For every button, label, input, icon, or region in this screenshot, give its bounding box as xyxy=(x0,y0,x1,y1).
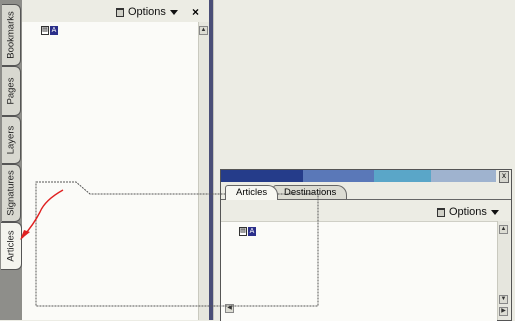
title-segment-4 xyxy=(431,170,496,182)
scroll-up-icon[interactable]: ▲ xyxy=(499,225,508,234)
tab-destinations[interactable]: Destinations xyxy=(273,185,347,199)
tab-bookmarks[interactable]: Bookmarks xyxy=(2,4,21,66)
article-item[interactable]: ▤ A xyxy=(41,26,58,35)
tab-articles-label: Articles xyxy=(236,187,268,198)
tab-articles[interactable]: Articles xyxy=(1,222,22,270)
trash-icon[interactable] xyxy=(437,207,445,217)
vertical-scrollbar[interactable]: ▲ xyxy=(198,22,209,320)
tab-pages[interactable]: Pages xyxy=(2,66,21,116)
close-icon[interactable]: x xyxy=(499,171,509,183)
dropdown-caret-icon xyxy=(169,9,178,15)
title-segment-2 xyxy=(303,170,374,182)
floating-articles-palette[interactable]: x Articles Destinations Options ▤ A ◀ ▲ … xyxy=(220,169,512,321)
tab-articles-label: Articles xyxy=(5,230,17,262)
splitter-edge xyxy=(213,0,214,320)
tab-signatures-label: Signatures xyxy=(5,170,17,216)
article-glyph: A xyxy=(50,26,58,35)
tab-destinations-label: Destinations xyxy=(284,187,337,198)
tab-pages-label: Pages xyxy=(5,77,17,105)
dropdown-caret-icon xyxy=(490,209,499,215)
scroll-left-icon[interactable]: ◀ xyxy=(225,304,234,313)
tab-layers-label: Layers xyxy=(5,125,17,155)
panel-tab-strip: Bookmarks Pages Layers Signatures Articl… xyxy=(0,0,23,320)
trash-icon[interactable] xyxy=(116,7,124,17)
close-icon[interactable]: × xyxy=(192,5,199,19)
options-label: Options xyxy=(128,6,166,18)
scroll-right-icon[interactable]: ▶ xyxy=(499,307,508,316)
tab-signatures[interactable]: Signatures xyxy=(2,164,21,222)
palette-tabs: Articles Destinations xyxy=(221,183,511,200)
panel-header: Options × xyxy=(22,0,209,23)
tab-articles[interactable]: Articles xyxy=(225,185,279,200)
article-list[interactable]: ▤ A ◀ xyxy=(221,221,497,321)
title-segment-3 xyxy=(374,170,431,182)
palette-title-bar[interactable]: x xyxy=(221,170,511,183)
scroll-up-icon[interactable]: ▲ xyxy=(199,26,208,35)
scroll-down-icon[interactable]: ▼ xyxy=(499,295,508,304)
options-menu[interactable]: Options xyxy=(437,206,499,218)
options-label: Options xyxy=(449,206,487,218)
article-list[interactable]: ▤ A xyxy=(22,22,198,320)
article-glyph: A xyxy=(248,227,256,236)
articles-panel: Options × ▤ A ▲ xyxy=(22,0,210,320)
article-icon: ▤ xyxy=(239,227,247,236)
article-item[interactable]: ▤ A xyxy=(239,227,256,236)
article-icon: ▤ xyxy=(41,26,49,35)
title-segment-1 xyxy=(221,170,303,182)
tab-layers[interactable]: Layers xyxy=(2,116,21,164)
options-menu[interactable]: Options xyxy=(116,6,178,18)
tab-bookmarks-label: Bookmarks xyxy=(5,11,17,59)
vertical-scrollbar[interactable]: ▲ ▼ ▶ xyxy=(497,221,510,320)
